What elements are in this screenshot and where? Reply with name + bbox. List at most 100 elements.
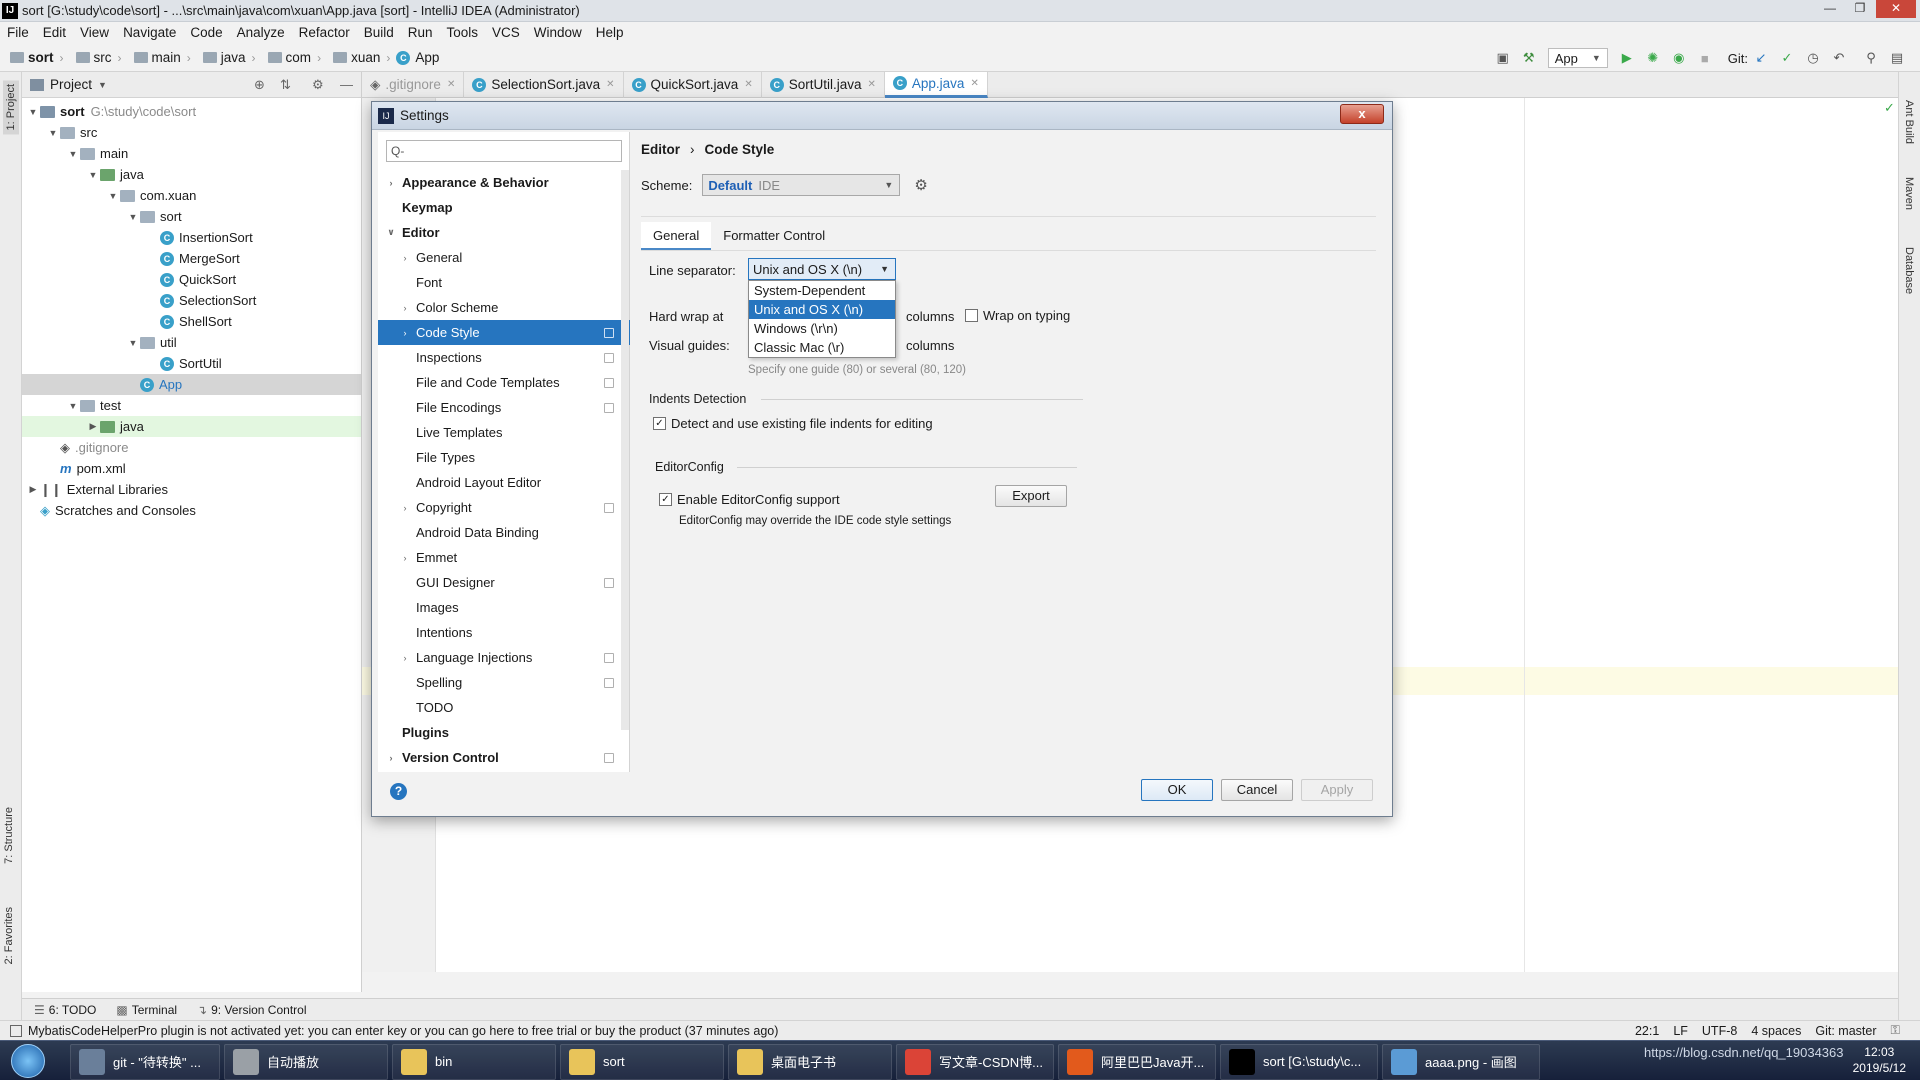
tree-item[interactable]: ▼ sort G:\study\code\sort [22,101,361,122]
help-icon[interactable]: ? [390,783,407,800]
scheme-gear-icon[interactable]: ⚙ [914,176,927,194]
settings-item[interactable]: Keymap [378,195,630,220]
tool-tab-database[interactable]: Database [1903,247,1915,294]
menu-refactor[interactable]: Refactor [292,22,357,44]
maximize-button[interactable]: ❐ [1846,0,1874,18]
settings-item[interactable]: Plugins [378,720,630,745]
chevron-down-icon[interactable]: ▼ [26,107,40,117]
debug-icon[interactable]: ✺ [1644,49,1662,67]
lock-icon[interactable]: ⚿ [1890,1023,1900,1038]
line-separator-option[interactable]: Unix and OS X (\n) [749,300,895,319]
chevron-down-icon[interactable]: ▼ [98,80,107,90]
apply-button[interactable]: Apply [1301,779,1373,801]
menu-analyze[interactable]: Analyze [230,22,292,44]
editor-tab[interactable]: C App.java ✕ [884,71,988,98]
taskbar-item[interactable]: git - "待转换" ... [70,1043,220,1080]
cancel-button[interactable]: Cancel [1221,779,1293,801]
tab-formatter-control[interactable]: Formatter Control [711,222,837,250]
line-separator-option[interactable]: Windows (\r\n) [749,319,895,338]
close-tab-icon[interactable]: ✕ [868,79,876,90]
tree-item[interactable]: C QuickSort [22,269,361,290]
tree-item[interactable]: ▼ util [22,332,361,353]
settings-item[interactable]: ∨ Editor [378,220,630,245]
detect-indents-checkbox[interactable]: ✓ Detect and use existing file indents f… [653,416,933,431]
hide-icon[interactable]: — [340,77,353,92]
encoding-status[interactable]: UTF-8 [1702,1024,1737,1038]
tree-item[interactable]: ◈ Scratches and Consoles [22,500,361,521]
taskbar-item[interactable]: 自动播放 [224,1043,388,1080]
settings-item[interactable]: › General [378,245,630,270]
dialog-close-button[interactable]: x [1340,104,1384,124]
line-separator-status[interactable]: LF [1673,1024,1688,1038]
tree-item[interactable]: C InsertionSort [22,227,361,248]
scheme-select[interactable]: Default IDE ▼ [702,174,901,196]
editor-tab[interactable]: C QuickSort.java ✕ [624,71,762,98]
settings-item[interactable]: › Language Injections [378,645,630,670]
chevron-down-icon[interactable]: ▼ [126,212,140,222]
tree-item[interactable]: C ShellSort [22,311,361,332]
settings-item[interactable]: Android Layout Editor [378,470,630,495]
settings-item[interactable]: › Appearance & Behavior [378,170,630,195]
settings-tree-scrollbar[interactable] [621,170,629,730]
tool-tab-todo[interactable]: 6: TODO [49,1003,97,1017]
tree-item[interactable]: ▼ java [22,164,361,185]
ok-button[interactable]: OK [1141,779,1213,801]
export-button[interactable]: Export [995,485,1067,507]
editor-tab[interactable]: ◈ .gitignore ✕ [362,71,465,98]
indent-status[interactable]: 4 spaces [1751,1024,1801,1038]
tree-item[interactable]: m pom.xml [22,458,361,479]
breadcrumb-item[interactable]: java › [197,50,256,65]
menu-code[interactable]: Code [183,22,229,44]
chevron-down-icon[interactable]: ▼ [66,401,80,411]
status-message[interactable]: MybatisCodeHelperPro plugin is not activ… [28,1024,778,1038]
menu-navigate[interactable]: Navigate [116,22,183,44]
project-structure-icon[interactable]: ▣ [1494,49,1512,67]
run-config-select[interactable]: App ▼ [1547,48,1608,68]
menu-view[interactable]: View [73,22,116,44]
menu-help[interactable]: Help [589,22,631,44]
settings-item[interactable]: GUI Designer [378,570,630,595]
settings-item[interactable]: › Copyright [378,495,630,520]
tree-item[interactable]: C SelectionSort [22,290,361,311]
taskbar-item[interactable]: 桌面电子书 [728,1043,892,1080]
menu-file[interactable]: File [0,22,36,44]
breadcrumb-item[interactable]: xuan › [327,50,390,65]
settings-item[interactable]: Spelling [378,670,630,695]
menu-vcs[interactable]: VCS [485,22,527,44]
settings-item[interactable]: Images [378,595,630,620]
project-panel-title[interactable]: Project [50,77,92,92]
breadcrumb-item[interactable]: main › [128,50,191,65]
editor-tab[interactable]: C SelectionSort.java ✕ [464,71,624,98]
tool-tab-structure[interactable]: 7: Structure [3,807,15,864]
stop-icon[interactable]: ■ [1696,49,1714,67]
line-separator-option[interactable]: System-Dependent [749,281,895,300]
taskbar-item[interactable]: sort [G:\study\c... [1220,1043,1378,1080]
build-hammer-icon[interactable]: ⚒ [1520,49,1538,67]
breadcrumb-item[interactable]: src › [70,50,122,65]
settings-search-input[interactable]: Q- [386,140,622,162]
tree-item[interactable]: ▼ src [22,122,361,143]
settings-item[interactable]: File Encodings [378,395,630,420]
revert-icon[interactable]: ↶ [1830,49,1848,67]
chevron-right-icon[interactable]: ▶ [26,484,40,495]
chevron-down-icon[interactable]: ▼ [86,170,100,180]
minimize-button[interactable]: — [1816,0,1844,18]
git-update-icon[interactable]: ↙ [1752,49,1770,67]
tree-item[interactable]: C MergeSort [22,248,361,269]
close-tab-icon[interactable]: ✕ [970,78,978,89]
close-window-button[interactable]: ✕ [1876,0,1916,18]
tree-item[interactable]: ▶ ❙❙ External Libraries [22,479,361,500]
search-icon[interactable]: ⚲ [1862,49,1880,67]
menu-edit[interactable]: Edit [36,22,73,44]
settings-item[interactable]: › Emmet [378,545,630,570]
locate-icon[interactable]: ⊕ [254,77,265,93]
settings-item[interactable]: Font [378,270,630,295]
menu-tools[interactable]: Tools [440,22,486,44]
line-separator-select[interactable]: Unix and OS X (\n) ▼ [748,258,896,280]
enable-editorconfig-checkbox[interactable]: ✓ Enable EditorConfig support [659,492,840,507]
settings-item[interactable]: File and Code Templates [378,370,630,395]
editor-tab[interactable]: C SortUtil.java ✕ [762,71,885,98]
tool-tab-terminal[interactable]: Terminal [132,1003,177,1017]
line-separator-option[interactable]: Classic Mac (\r) [749,338,895,357]
caret-position[interactable]: 22:1 [1635,1024,1659,1038]
